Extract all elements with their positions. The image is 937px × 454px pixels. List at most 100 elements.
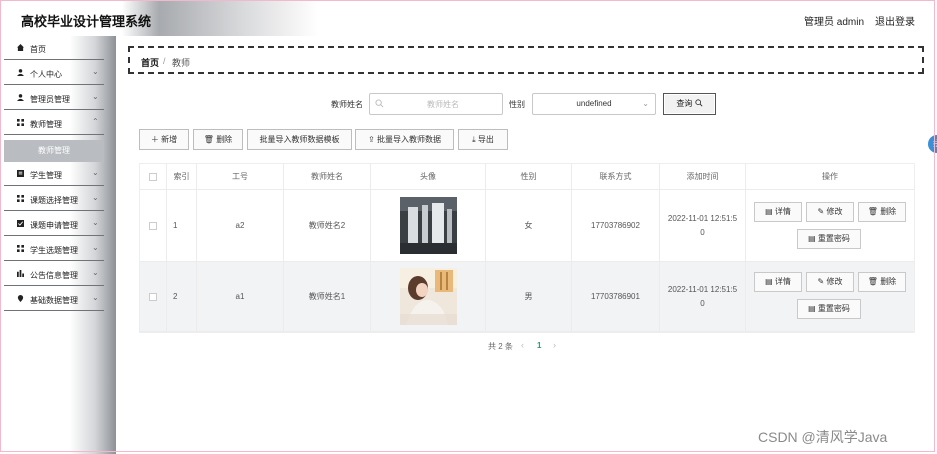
row-delete-label: 删除	[880, 277, 897, 286]
sidebar-item-admin[interactable]: 管理员管理 ⌄	[4, 86, 104, 110]
header-time: 添加时间	[660, 164, 746, 189]
gender-select-value: undefined	[576, 99, 612, 108]
detail-label: 详情	[774, 277, 791, 286]
reset-password-button[interactable]: ▤ 重置密码	[797, 299, 861, 319]
row-checkbox-cell	[140, 190, 167, 261]
teacher-table: 索引 工号 教师姓名 头像 性别 联系方式 添加时间 操作 1 a2 教师姓名2…	[139, 163, 915, 333]
cell-actions: ▤ 详情 ✎ 修改 🗑 删除 ▤ 重置密码	[746, 262, 914, 331]
detail-button[interactable]: ▤ 详情	[754, 272, 802, 292]
floating-badge[interactable]: 拼	[928, 135, 937, 153]
delete-button-label: 删除	[216, 135, 233, 144]
sidebar-item-label: 个人中心	[30, 70, 62, 79]
grid-icon	[17, 195, 24, 202]
edit-icon: ✎	[817, 277, 825, 286]
breadcrumb-separator: /	[163, 56, 166, 66]
add-button-label: 新增	[161, 135, 178, 144]
table-row: 1 a2 教师姓名2 女 17703786902 2022-11-01 12:5…	[140, 190, 914, 262]
user-icon	[17, 69, 24, 76]
edit-icon: ✎	[817, 207, 825, 216]
gender-select[interactable]: undefined ⌄	[532, 93, 656, 115]
row-delete-button[interactable]: 🗑 删除	[858, 202, 906, 222]
watermark: CSDN @清风学Java	[758, 429, 888, 445]
reset-password-label: 重置密码	[817, 234, 850, 243]
query-button[interactable]: 查询	[663, 93, 716, 115]
sidebar-item-label: 课题选择管理	[30, 196, 78, 205]
sidebar-item-basedata[interactable]: 基础数据管理 ⌄	[4, 287, 104, 311]
logout-link[interactable]: 退出登录	[875, 13, 915, 28]
document-icon: ▤	[808, 304, 816, 313]
doc-icon	[17, 170, 24, 177]
delete-button[interactable]: 🗑 删除	[193, 129, 243, 150]
query-button-label: 查询	[676, 99, 693, 108]
chevron-down-icon: ⌄	[642, 99, 649, 108]
edit-button[interactable]: ✎ 修改	[806, 202, 854, 222]
name-search-label: 教师姓名	[331, 100, 363, 109]
cell-phone: 17703786901	[572, 262, 660, 331]
sidebar-item-student[interactable]: 学生管理 ⌄	[4, 162, 104, 186]
header-index: 索引	[167, 164, 197, 189]
import-data-label: 批量导入教师数据	[376, 135, 441, 144]
sidebar-item-notice[interactable]: 公告信息管理 ⌄	[4, 262, 104, 286]
cell-avatar	[371, 262, 486, 331]
sidebar: 首页 个人中心 ⌄ 管理员管理 ⌄ 教师管理 ⌃ 教师管理 学生管理 ⌄ 课题选…	[0, 36, 116, 454]
edit-button[interactable]: ✎ 修改	[806, 272, 854, 292]
header-id: 工号	[197, 164, 284, 189]
chevron-down-icon: ⌄	[92, 92, 99, 101]
import-template-button[interactable]: 批量导入教师数据模板	[247, 129, 352, 150]
chevron-down-icon: ⌄	[92, 168, 99, 177]
pagination-next-icon[interactable]: ›	[553, 340, 556, 350]
reset-password-label: 重置密码	[817, 304, 850, 313]
header-avatar: 头像	[371, 164, 486, 189]
pagination-total: 共 2 条	[488, 342, 513, 351]
header-actions: 操作	[822, 172, 838, 181]
cell-time-line1: 2022-11-01 12:51:5	[667, 285, 738, 294]
search-icon	[375, 99, 384, 108]
sidebar-item-topic-select[interactable]: 课题选择管理 ⌄	[4, 187, 104, 211]
breadcrumb: 首页 / 教师	[128, 46, 924, 74]
breadcrumb-home[interactable]: 首页	[141, 56, 159, 69]
chart-icon	[17, 270, 24, 277]
reset-password-button[interactable]: ▤ 重置密码	[797, 229, 861, 249]
sidebar-item-profile[interactable]: 个人中心 ⌄	[4, 61, 104, 85]
import-template-label: 批量导入教师数据模板	[259, 135, 340, 144]
chevron-down-icon: ⌄	[92, 243, 99, 252]
select-all-checkbox[interactable]	[149, 172, 157, 181]
name-search-input[interactable]	[369, 93, 503, 115]
cell-time-line2: 0	[700, 299, 705, 308]
sidebar-item-teacher[interactable]: 教师管理 ⌃	[4, 111, 104, 135]
pagination-prev-icon[interactable]: ‹	[521, 340, 524, 350]
export-button-label: 导出	[477, 135, 494, 144]
cell-name: 教师姓名1	[284, 262, 371, 331]
home-icon	[17, 44, 24, 51]
cell-index: 1	[167, 190, 197, 261]
gender-label: 性别	[509, 100, 525, 109]
pagination-page-1[interactable]: 1	[537, 341, 541, 350]
top-header: 高校毕业设计管理系统 管理员 admin 退出登录	[0, 0, 937, 36]
header-phone: 联系方式	[572, 164, 660, 189]
cell-index: 2	[167, 262, 197, 331]
add-button[interactable]: ＋ 新增	[139, 129, 189, 150]
export-button[interactable]: ⤓ 导出	[458, 129, 508, 150]
document-icon: ▤	[765, 207, 773, 216]
grid-icon	[17, 119, 24, 126]
table-header-row: 索引 工号 教师姓名 头像 性别 联系方式 添加时间 操作	[140, 164, 914, 190]
row-checkbox[interactable]	[149, 221, 157, 230]
trash-icon: 🗑	[867, 277, 878, 286]
sidebar-item-home[interactable]: 首页	[4, 36, 104, 60]
sidebar-subitem-teacher[interactable]: 教师管理	[4, 140, 104, 162]
edit-label: 修改	[826, 277, 843, 286]
detail-label: 详情	[774, 207, 791, 216]
sidebar-item-label: 学生选题管理	[30, 246, 78, 255]
search-icon	[695, 99, 703, 107]
sidebar-item-student-topic[interactable]: 学生选题管理 ⌄	[4, 237, 104, 261]
import-data-button[interactable]: ⇪ 批量导入教师数据	[355, 129, 454, 150]
cell-gender: 男	[486, 262, 572, 331]
cell-gender: 女	[486, 190, 572, 261]
header-checkbox-cell	[140, 164, 167, 189]
detail-button[interactable]: ▤ 详情	[754, 202, 802, 222]
row-delete-button[interactable]: 🗑 删除	[858, 272, 906, 292]
cell-time-line1: 2022-11-01 12:51:5	[667, 214, 738, 223]
row-checkbox[interactable]	[149, 292, 157, 301]
cell-id: a1	[197, 262, 284, 331]
sidebar-item-topic-apply[interactable]: 课题申请管理 ⌄	[4, 212, 104, 236]
